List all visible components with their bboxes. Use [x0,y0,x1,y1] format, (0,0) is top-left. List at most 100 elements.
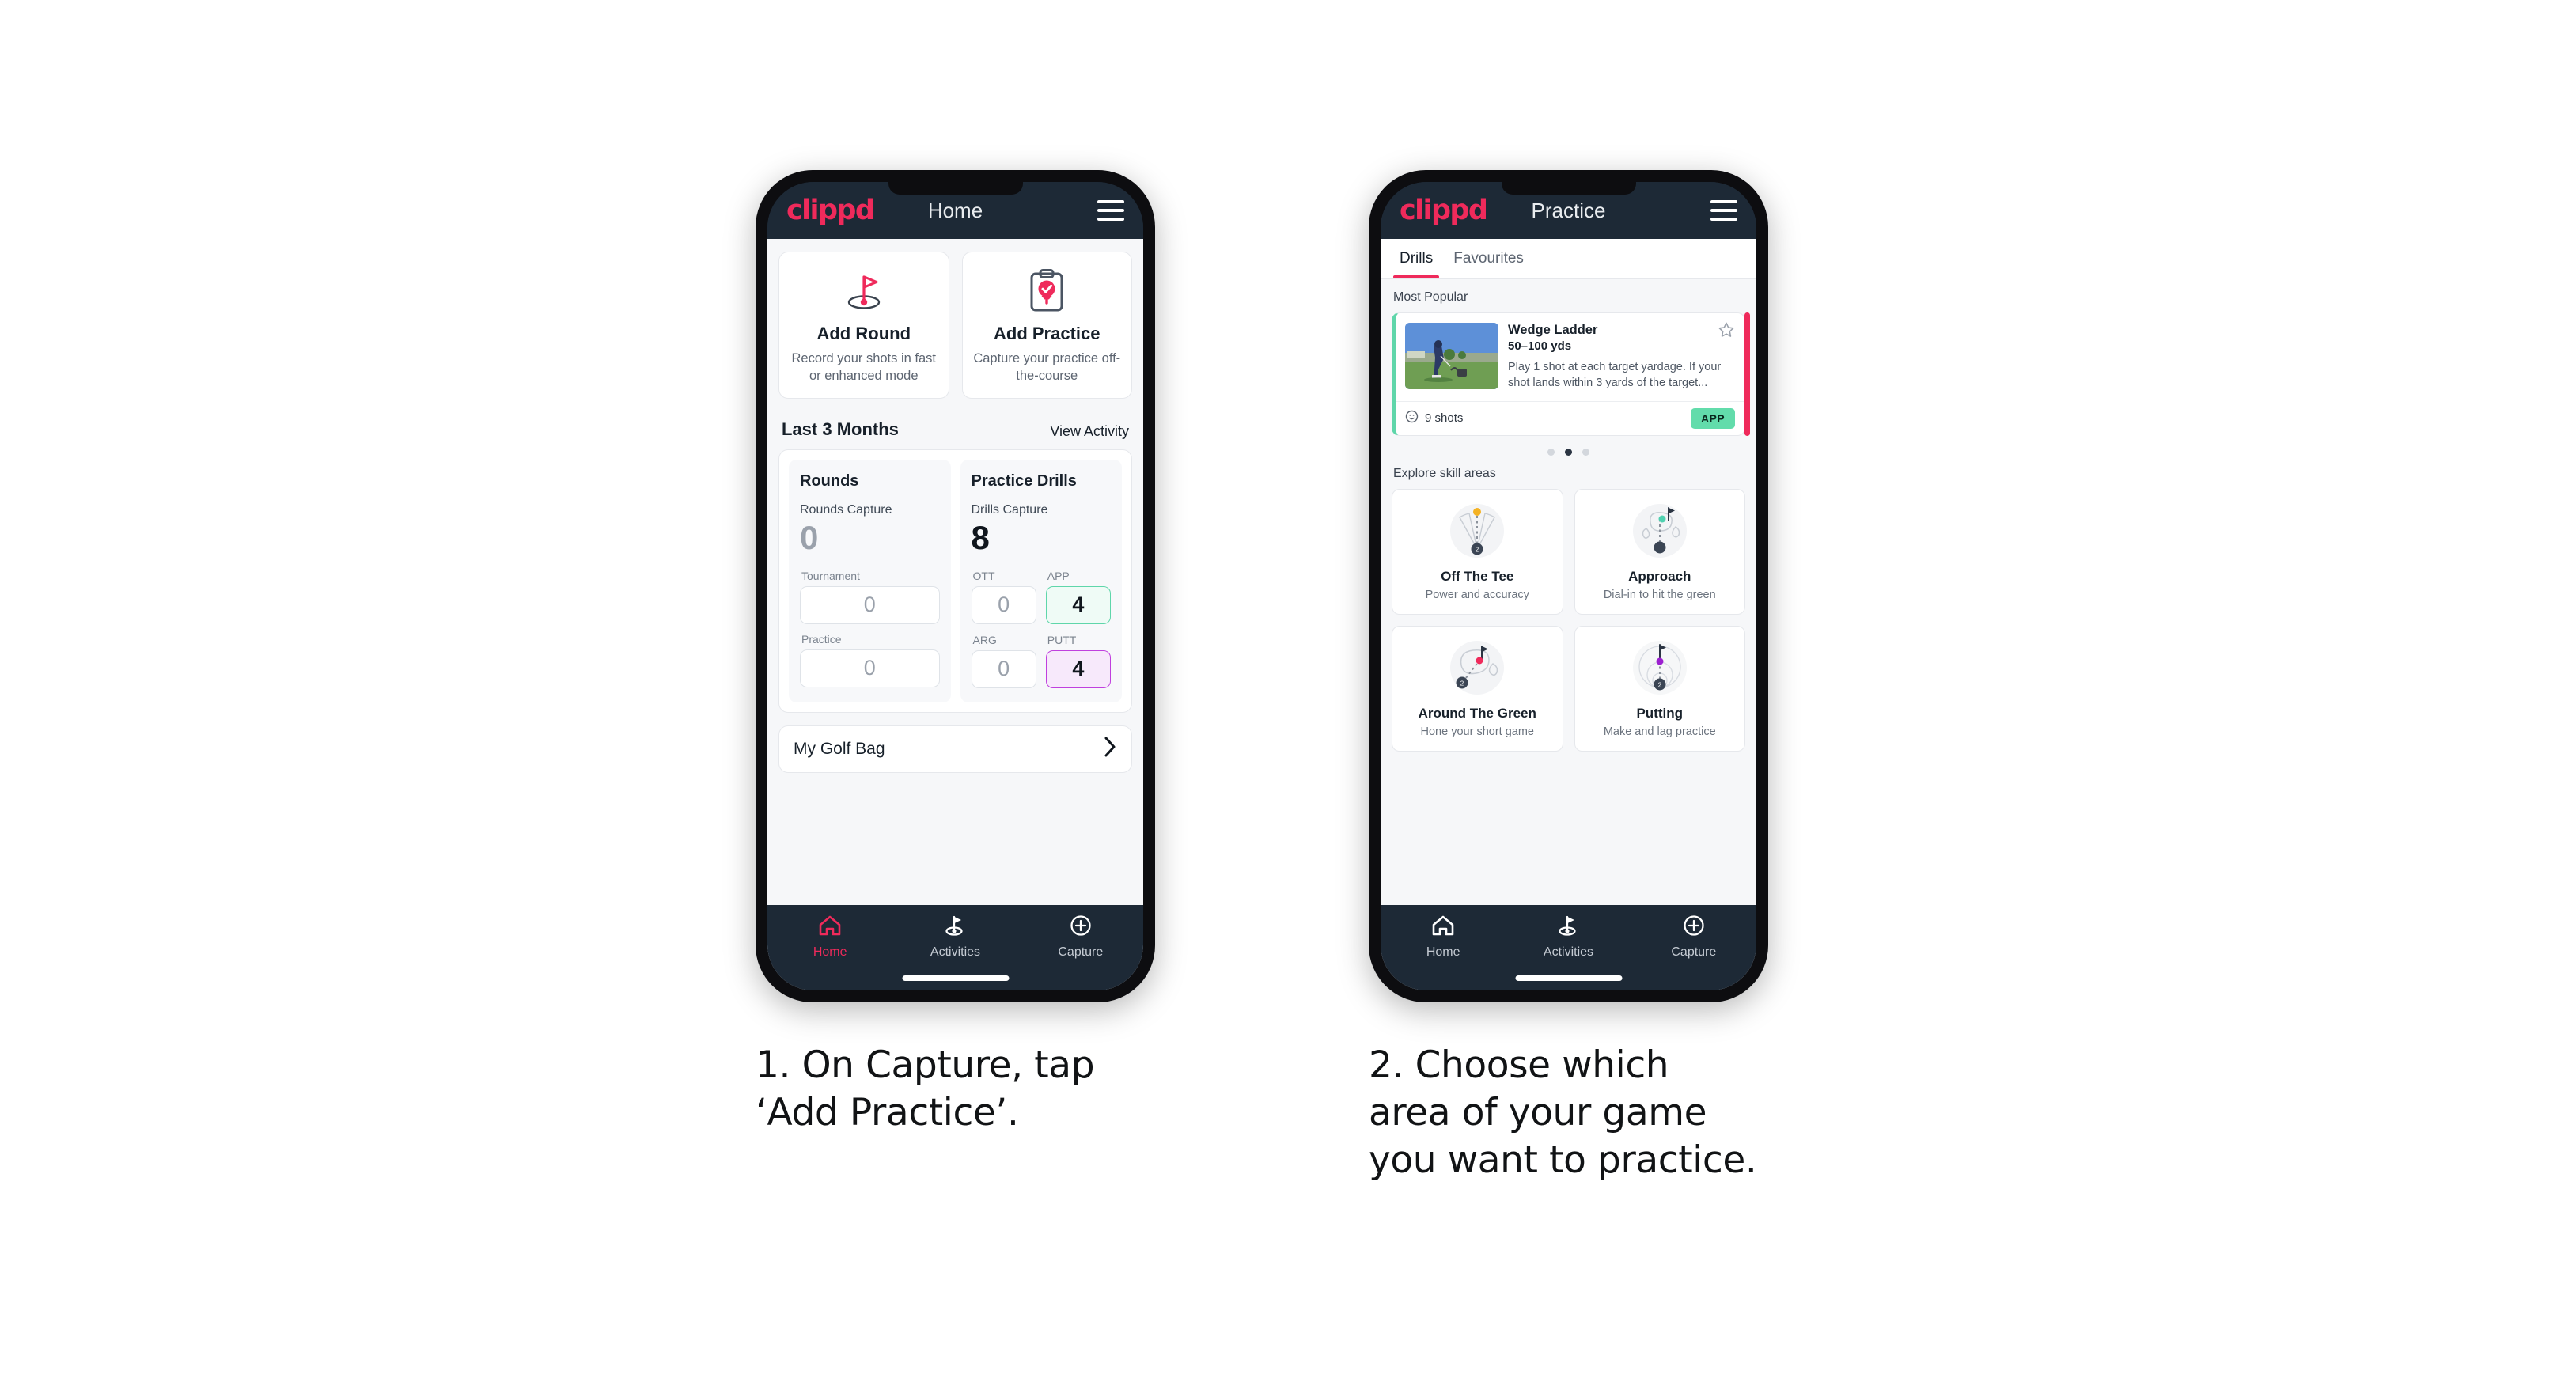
home-screen-content: Add Round Record your shots in fast or e… [767,239,1143,990]
nav-item-activities[interactable]: Activities [892,915,1017,960]
drills-capture-value: 8 [971,518,990,556]
carousel-dot[interactable] [1582,448,1589,456]
carousel-dot[interactable] [1547,448,1555,456]
phone-frame-2: clippd Practice Drills Favourites Most P… [1369,170,1768,1002]
svg-text:2: 2 [1658,681,1662,688]
drill-carousel: Wedge Ladder 50–100 yds Play 1 shot at e… [1392,312,1750,436]
most-popular-label: Most Popular [1393,290,1468,304]
app-value[interactable]: 4 [1045,585,1111,624]
skill-title: Around The Green [1418,705,1536,721]
skill-subtitle: Make and lag practice [1603,725,1716,738]
nav-item-capture[interactable]: Capture [1018,915,1143,960]
next-card-peek[interactable] [1744,312,1750,436]
home-indicator [1515,975,1622,981]
section-header: Last 3 Months View Activity [782,419,1129,440]
clippd-logo[interactable]: clippd [1400,195,1488,226]
tile-subtitle: Record your shots in fast or enhanced mo… [791,351,937,383]
drill-shots-count: 9 shots [1425,411,1464,426]
skill-card-approach[interactable]: Approach Dial-in to hit the green [1574,488,1745,615]
phone-frame-1: clippd Home Add Round Record your shots … [756,170,1155,1002]
carousel-dot-active[interactable] [1565,448,1572,456]
practice-screen-content: Drills Favourites Most Popular Wedge Lad… [1381,239,1756,990]
plus-circle-icon [1069,915,1093,941]
around-the-green-icon: 2 [1399,636,1556,699]
clock-icon [1405,410,1419,427]
my-golf-bag-label: My Golf Bag [794,739,885,758]
drills-title: Practice Drills [971,471,1077,490]
tournament-label: Tournament [801,569,860,582]
phone-1-screen-bezel: clippd Home Add Round Record your shots … [767,182,1143,990]
my-golf-bag-row[interactable]: My Golf Bag [778,725,1132,773]
section-title: Last 3 Months [782,418,899,439]
carousel-dots [1392,448,1745,456]
add-round-tile[interactable]: Add Round Record your shots in fast or e… [778,252,949,399]
skill-card-off-the-tee[interactable]: 2 Off The Tee Power and accuracy [1392,488,1563,615]
home-indicator [902,975,1009,981]
skill-title: Putting [1636,705,1684,721]
stats-card: Rounds Rounds Capture 0 Tournament 0 Pra… [778,449,1132,713]
drill-card[interactable]: Wedge Ladder 50–100 yds Play 1 shot at e… [1392,312,1745,436]
add-practice-tile[interactable]: Add Practice Capture your practice off-t… [961,252,1132,399]
approach-icon [1582,499,1739,562]
clipboard-check-icon [971,267,1124,316]
golf-flag-icon [1556,915,1580,941]
drill-description: Play 1 shot at each target yardage. If y… [1508,361,1722,390]
skill-card-putting[interactable]: 2 Putting Make and lag practice [1574,625,1745,752]
tab-favourites[interactable]: Favourites [1447,239,1530,278]
tile-title: Add Practice [994,324,1100,343]
bottom-navigation: Home Activities Capture [767,905,1143,990]
drills-capture-label: Drills Capture [971,502,1048,517]
quick-action-tiles: Add Round Record your shots in fast or e… [778,252,1132,399]
skill-areas-grid: 2 Off The Tee Power and accuracy Approac… [1392,488,1745,752]
arg-value[interactable]: 0 [971,649,1036,688]
off-the-tee-icon: 2 [1399,499,1556,562]
svg-text:2: 2 [1476,546,1479,553]
rounds-title: Rounds [800,471,859,490]
drill-name: Wedge Ladder [1508,323,1598,337]
nav-label: Capture [1058,945,1104,959]
tab-bar: Drills Favourites [1381,239,1756,279]
skill-card-around-the-green[interactable]: 2 Around The Green Hone your short game [1392,625,1563,752]
home-icon [1431,915,1455,941]
nav-item-activities[interactable]: Activities [1506,915,1631,960]
nav-label: Activities [930,945,981,959]
golf-flag-icon [787,267,941,316]
rounds-capture-value: 0 [800,518,819,556]
rounds-column: Rounds Rounds Capture 0 Tournament 0 Pra… [789,459,951,702]
view-activity-link[interactable]: View Activity [1050,423,1129,440]
putt-label: PUTT [1047,633,1077,646]
nav-item-home[interactable]: Home [767,915,892,960]
nav-item-capture[interactable]: Capture [1631,915,1756,960]
clippd-logo[interactable]: clippd [786,195,875,226]
svg-text:2: 2 [1460,680,1464,687]
arg-label: ARG [972,633,997,646]
practice-value[interactable]: 0 [800,649,940,687]
nav-label: Home [1426,945,1460,959]
drill-category-badge: APP [1691,407,1735,429]
golf-player-photo [1405,323,1498,389]
phone-2-screen-bezel: clippd Practice Drills Favourites Most P… [1381,182,1756,990]
home-icon [818,915,842,941]
tab-drills[interactable]: Drills [1393,239,1440,278]
caption-step-2: 2. Choose which area of your game you wa… [1369,1043,1757,1183]
ott-label: OTT [972,569,995,582]
nav-item-home[interactable]: Home [1381,915,1506,960]
practice-label: Practice [801,632,842,646]
nav-label: Capture [1671,945,1717,959]
tile-subtitle: Capture your practice off-the-course [973,351,1121,383]
phone-notch [888,182,1023,195]
golf-flag-icon [943,915,967,941]
drill-yardage: 50–100 yds [1508,339,1572,353]
app-label: APP [1047,569,1070,582]
putt-value[interactable]: 4 [1045,649,1111,688]
chevron-right-icon [1104,736,1117,762]
hamburger-menu-icon[interactable] [1097,200,1124,221]
rounds-capture-label: Rounds Capture [800,502,892,517]
tile-title: Add Round [816,324,911,343]
ott-value[interactable]: 0 [971,585,1036,624]
phone-notch [1501,182,1636,195]
skill-title: Approach [1628,568,1691,584]
star-outline-icon[interactable] [1718,321,1735,342]
hamburger-menu-icon[interactable] [1710,200,1737,221]
tournament-value[interactable]: 0 [800,585,940,624]
